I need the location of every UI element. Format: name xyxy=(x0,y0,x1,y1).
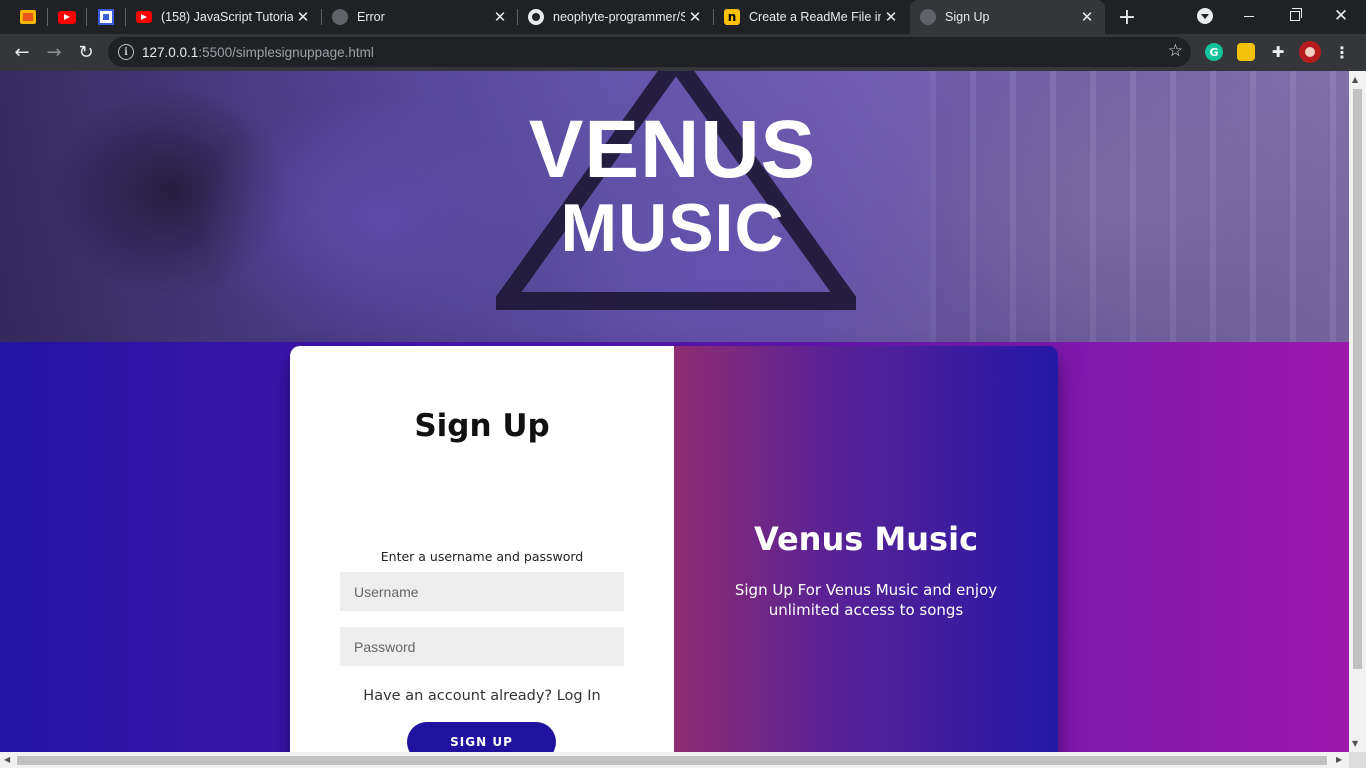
tab-title: Create a ReadMe File in G xyxy=(749,10,881,24)
scroll-right-icon[interactable]: ▶ xyxy=(1336,755,1342,764)
menu-kebab-icon[interactable]: ⋮ xyxy=(1333,43,1351,62)
welcome-panel: Venus Music Sign Up For Venus Music and … xyxy=(674,346,1058,752)
pinned-tab-grid[interactable] xyxy=(95,6,117,28)
reload-button[interactable]: ↻ xyxy=(72,38,100,66)
restore-icon xyxy=(1290,8,1302,21)
arrow-right-icon: → xyxy=(46,41,62,63)
grid-app-icon xyxy=(98,9,114,25)
close-tab-icon[interactable]: ✕ xyxy=(685,7,705,27)
tab-separator xyxy=(86,8,87,26)
hero-logo-music: MUSIC xyxy=(560,190,785,266)
youtube-icon xyxy=(58,10,76,24)
pinned-tab-app[interactable] xyxy=(17,6,39,28)
scroll-down-icon[interactable]: ▼ xyxy=(1352,739,1358,748)
new-tab-button[interactable]: + xyxy=(1116,5,1138,30)
close-tab-icon[interactable]: ✕ xyxy=(881,7,901,27)
youtube-icon xyxy=(136,11,152,23)
scroll-up-icon[interactable]: ▲ xyxy=(1352,75,1358,84)
back-button[interactable]: ← xyxy=(8,38,36,66)
horizontal-scroll-thumb[interactable] xyxy=(17,756,1327,765)
pinned-tab-youtube[interactable] xyxy=(56,6,78,28)
globe-icon xyxy=(920,9,936,25)
arrow-left-icon: ← xyxy=(14,41,30,63)
signup-heading: Sign Up xyxy=(414,408,550,444)
tab-javascript-tutorial[interactable]: (158) JavaScript Tutorial f ✕ xyxy=(126,0,321,34)
vertical-scroll-thumb[interactable] xyxy=(1353,89,1362,669)
reload-icon: ↻ xyxy=(78,41,94,63)
chevron-down-icon xyxy=(1197,8,1213,24)
username-input[interactable] xyxy=(340,572,624,611)
address-bar[interactable]: i 127.0.0.1:5500/simplesignuppage.html ☆ xyxy=(108,37,1191,67)
close-tab-icon[interactable]: ✕ xyxy=(293,7,313,27)
tab-search-button[interactable] xyxy=(1182,0,1228,32)
grammarly-icon[interactable]: G xyxy=(1205,43,1223,61)
scrollbar-corner xyxy=(1349,752,1366,768)
browser-toolbar: ← → ↻ i 127.0.0.1:5500/simplesignuppage.… xyxy=(0,34,1366,71)
signup-instruction: Enter a username and password xyxy=(380,549,584,564)
close-icon: ✕ xyxy=(1333,6,1349,26)
close-tab-icon[interactable]: ✕ xyxy=(490,7,510,27)
tab-title: Error xyxy=(357,10,385,24)
tab-sign-up[interactable]: Sign Up ✕ xyxy=(910,0,1105,34)
extension-yellow-icon[interactable] xyxy=(1237,43,1255,61)
app-icon xyxy=(20,10,36,24)
scroll-left-icon[interactable]: ◀ xyxy=(4,755,10,764)
minimize-icon xyxy=(1244,15,1254,17)
n-logo-icon: n xyxy=(724,9,740,25)
tab-title: neophyte-programmer/S xyxy=(553,10,685,24)
sign-up-button[interactable]: SIGN UP xyxy=(407,722,556,752)
signup-card: Sign Up Enter a username and password Ha… xyxy=(290,346,1058,752)
tab-strip: (158) JavaScript Tutorial f ✕ Error ✕ ne… xyxy=(0,0,1366,34)
puzzle-extensions-icon[interactable]: ✚ xyxy=(1269,43,1287,61)
hero-logo-venus: VENUS xyxy=(528,104,817,195)
forward-button[interactable]: → xyxy=(40,38,68,66)
close-window-button[interactable]: ✕ xyxy=(1318,0,1364,32)
restore-button[interactable] xyxy=(1272,0,1318,32)
tab-github[interactable]: neophyte-programmer/S ✕ xyxy=(518,0,713,34)
signup-section: Sign Up Enter a username and password Ha… xyxy=(0,342,1349,752)
login-link[interactable]: Have an account already? Log In xyxy=(290,688,674,704)
url-text[interactable]: 127.0.0.1:5500/simplesignuppage.html xyxy=(142,45,374,60)
welcome-title: Venus Music xyxy=(753,520,979,558)
tab-separator xyxy=(47,8,48,26)
bookmark-star-icon[interactable]: ☆ xyxy=(1168,41,1183,61)
signup-form: Sign Up Enter a username and password Ha… xyxy=(290,346,674,752)
url-host: 127.0.0.1 xyxy=(142,45,199,60)
tab-error[interactable]: Error ✕ xyxy=(322,0,518,34)
github-icon xyxy=(528,9,544,25)
page-viewport: VENUS MUSIC Sign Up Enter a username and… xyxy=(0,71,1349,752)
tab-title: Sign Up xyxy=(945,10,990,24)
hero-banner: VENUS MUSIC xyxy=(0,71,1349,342)
info-icon[interactable]: i xyxy=(118,44,134,60)
vertical-scrollbar[interactable]: ▲ ▼ xyxy=(1349,71,1366,752)
tab-create-readme[interactable]: n Create a ReadMe File in G ✕ xyxy=(714,0,909,34)
url-path: :5500/simplesignuppage.html xyxy=(198,45,374,60)
globe-icon xyxy=(332,9,348,25)
close-tab-icon[interactable]: ✕ xyxy=(1077,7,1097,27)
minimize-button[interactable] xyxy=(1226,0,1272,32)
horizontal-scrollbar[interactable]: ◀ ▶ xyxy=(0,752,1349,768)
password-input[interactable] xyxy=(340,627,624,666)
welcome-text: Sign Up For Venus Music and enjoy unlimi… xyxy=(734,581,998,619)
tab-title: (158) JavaScript Tutorial f xyxy=(161,10,293,24)
avatar[interactable] xyxy=(1299,41,1321,63)
